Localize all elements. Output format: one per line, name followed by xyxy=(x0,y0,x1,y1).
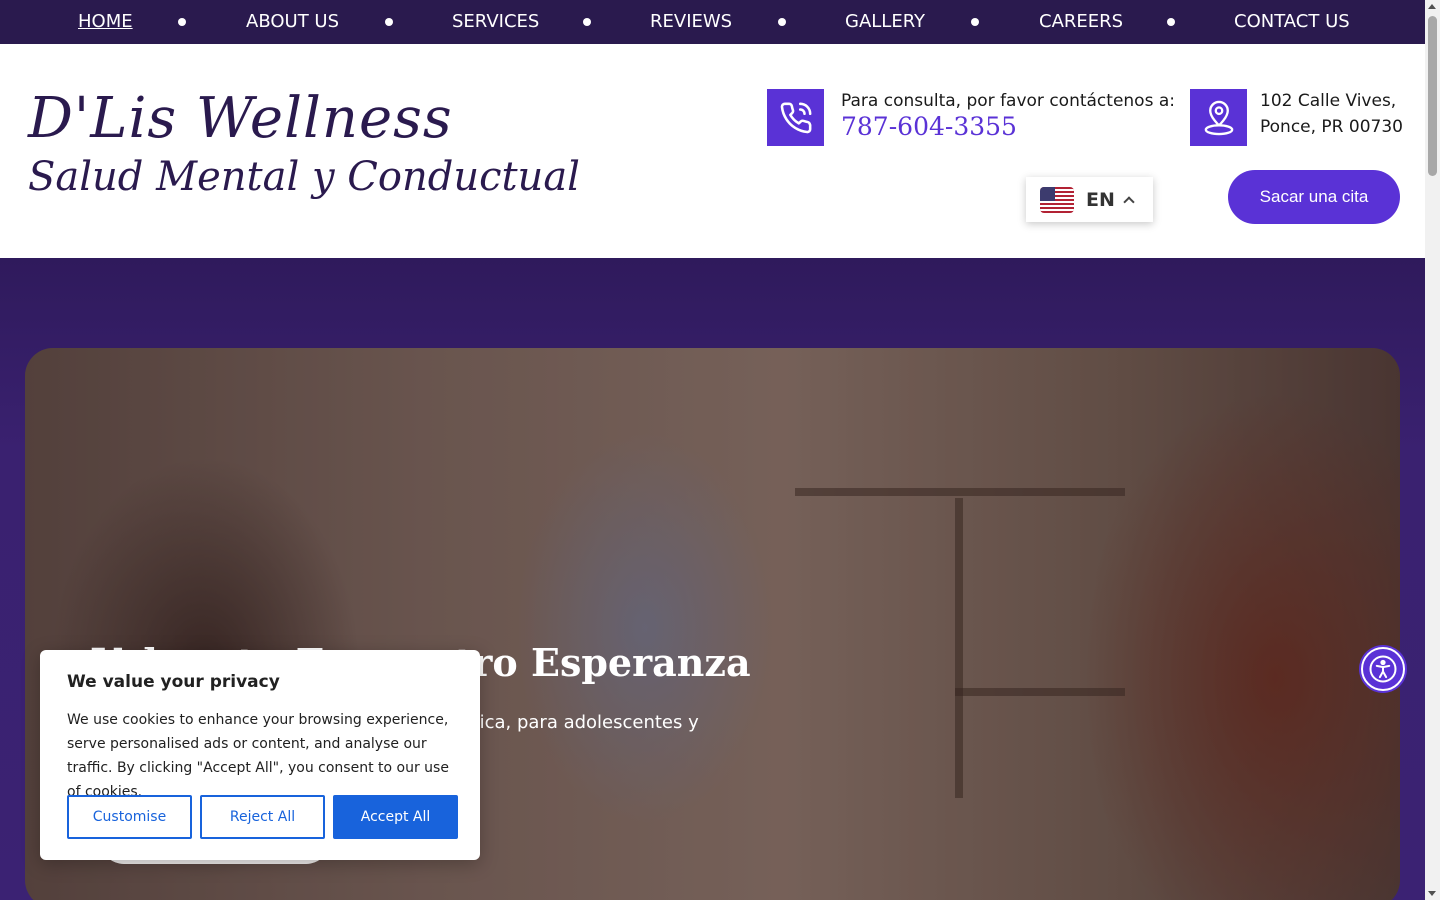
nav-separator-dot xyxy=(1167,18,1175,26)
nav-about-us[interactable]: ABOUT US xyxy=(246,0,339,44)
site-header: D'Lis Wellness Salud Mental y Conductual… xyxy=(0,44,1425,258)
scroll-up-arrow[interactable] xyxy=(1428,4,1436,9)
reject-all-button[interactable]: Reject All xyxy=(200,795,325,839)
customise-button[interactable]: Customise xyxy=(67,795,192,839)
nav-contact-us[interactable]: CONTACT US xyxy=(1234,0,1350,44)
cookie-text: We use cookies to enhance your browsing … xyxy=(67,712,449,800)
scrollbar-thumb[interactable] xyxy=(1428,16,1437,176)
page-scrollbar[interactable] xyxy=(1425,0,1440,900)
book-appointment-button[interactable]: Sacar una cita xyxy=(1228,170,1400,224)
logo-title[interactable]: D'Lis Wellness xyxy=(28,86,453,151)
nav-careers[interactable]: CAREERS xyxy=(1039,0,1123,44)
scroll-down-arrow[interactable] xyxy=(1428,891,1436,896)
map-pin-icon xyxy=(1190,89,1247,146)
nav-separator-dot xyxy=(583,18,591,26)
address-line-1: 102 Calle Vives, xyxy=(1260,91,1397,111)
nav-gallery[interactable]: GALLERY xyxy=(845,0,925,44)
address-line-2: Ponce, PR 00730 xyxy=(1260,117,1403,137)
nav-separator-dot xyxy=(385,18,393,26)
nav-reviews[interactable]: REVIEWS xyxy=(650,0,732,44)
nav-home[interactable]: HOME xyxy=(78,0,133,44)
language-selector[interactable]: EN xyxy=(1026,177,1153,222)
chevron-up-icon xyxy=(1123,196,1135,208)
phone-icon xyxy=(767,89,824,146)
accessibility-icon[interactable] xyxy=(1361,647,1405,691)
nav-separator-dot xyxy=(178,18,186,26)
cookie-title: We value your privacy xyxy=(67,672,280,692)
logo-subtitle[interactable]: Salud Mental y Conductual xyxy=(28,154,580,200)
phone-number-link[interactable]: 787-604-3355 xyxy=(841,112,1017,141)
cookie-consent-banner: We value your privacy We use cookies to … xyxy=(40,650,480,860)
top-navigation: HOME ABOUT US SERVICES REVIEWS GALLERY C… xyxy=(0,0,1425,44)
nav-separator-dot xyxy=(971,18,979,26)
us-flag-icon xyxy=(1040,186,1074,213)
cookie-button-row: Customise Reject All Accept All xyxy=(67,795,458,839)
language-code: EN xyxy=(1086,188,1115,211)
accept-all-button[interactable]: Accept All xyxy=(333,795,458,839)
nav-separator-dot xyxy=(778,18,786,26)
nav-services[interactable]: SERVICES xyxy=(452,0,539,44)
phone-label: Para consulta, por favor contáctenos a: xyxy=(841,91,1175,111)
